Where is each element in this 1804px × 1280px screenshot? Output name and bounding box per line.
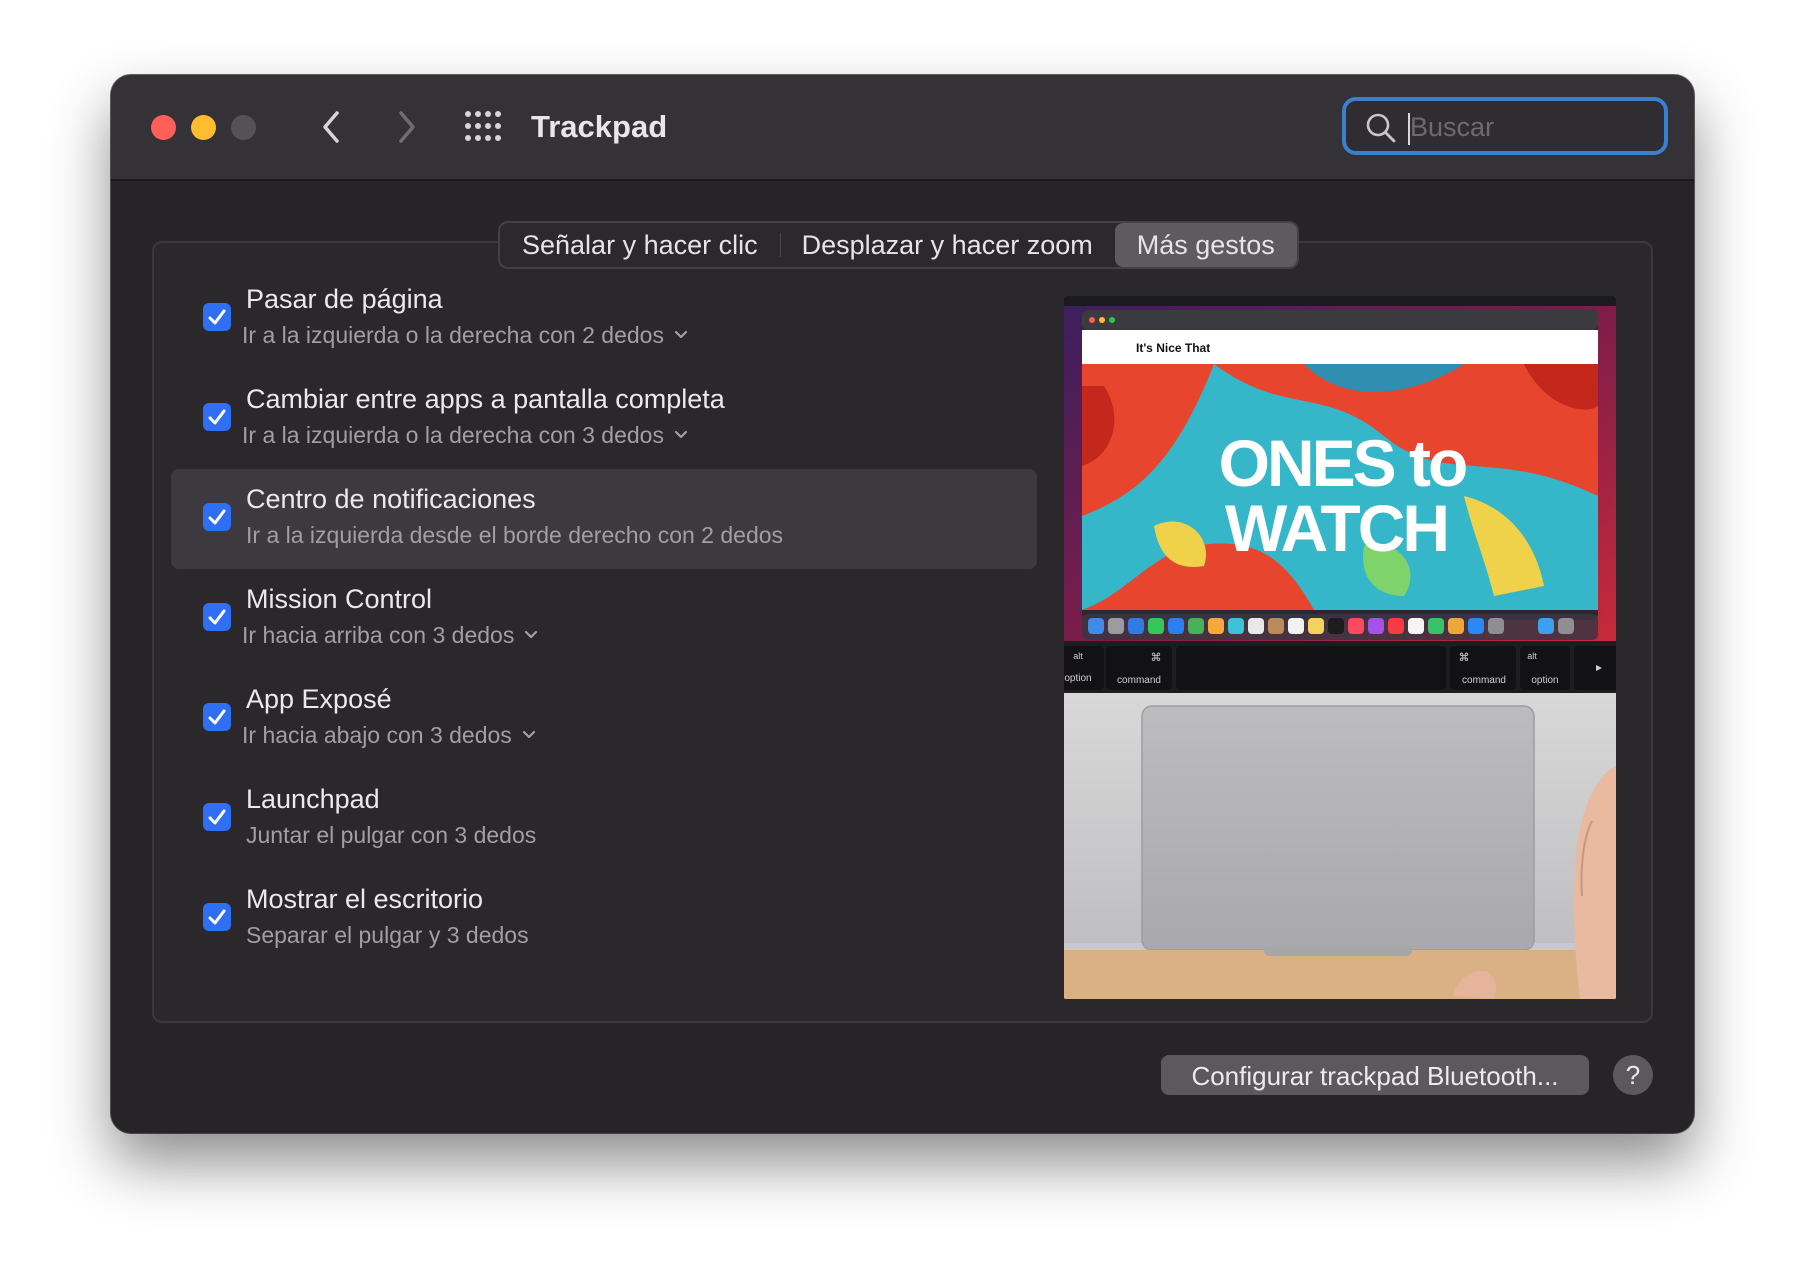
tab-more-gestures[interactable]: Más gestos	[1114, 223, 1297, 267]
preview-headline-line1: ONES to	[1219, 426, 1466, 500]
checkbox-swipe-fullscreen-apps[interactable]	[203, 403, 231, 431]
preview-headline-line2: WATCH	[1225, 491, 1447, 565]
gesture-item-swipe-fullscreen-apps[interactable]: Cambiar entre apps a pantalla completa I…	[171, 369, 1037, 469]
close-button[interactable]	[151, 115, 176, 140]
checkbox-show-desktop[interactable]	[203, 903, 231, 931]
gesture-item-swipe-pages[interactable]: Pasar de página Ir a la izquierda o la d…	[171, 269, 1037, 369]
gesture-item-app-expose[interactable]: App Exposé Ir hacia abajo con 3 dedos	[171, 669, 1037, 769]
gesture-item-mission-control[interactable]: Mission Control Ir hacia arriba con 3 de…	[171, 569, 1037, 669]
gesture-subtitle: Separar el pulgar y 3 dedos	[246, 922, 529, 948]
back-button[interactable]	[311, 105, 355, 149]
chevron-down-icon	[525, 630, 538, 639]
chevron-right-icon	[399, 111, 415, 143]
forward-button[interactable]	[383, 105, 427, 149]
preferences-window: Trackpad Señalar y hacer clic Desplazar …	[111, 75, 1694, 1133]
key-left-cmd-symbol: ⌘	[1151, 651, 1162, 664]
minimize-button[interactable]	[191, 115, 216, 140]
gesture-option-dropdown[interactable]: Ir hacia abajo con 3 dedos	[242, 719, 536, 751]
gesture-title: App Exposé	[246, 684, 392, 714]
gesture-title: Launchpad	[246, 784, 380, 814]
checkbox-mission-control[interactable]	[203, 603, 231, 631]
gesture-list: Pasar de página Ir a la izquierda o la d…	[171, 269, 1037, 969]
key-left-option: option	[1064, 673, 1091, 684]
key-right-command: command	[1462, 675, 1506, 686]
checkmark-icon	[208, 309, 226, 325]
gesture-item-show-desktop[interactable]: Mostrar el escritorio Separar el pulgar …	[171, 869, 1037, 969]
gesture-title: Mission Control	[246, 584, 433, 614]
gesture-subtitle: Ir a la izquierda o la derecha con 3 ded…	[242, 422, 664, 448]
dock-icons	[1088, 618, 1574, 634]
search-field[interactable]	[1342, 97, 1668, 155]
gesture-option-dropdown[interactable]: Ir a la izquierda o la derecha con 3 ded…	[242, 419, 688, 451]
key-right-option: option	[1531, 675, 1558, 686]
configure-bluetooth-trackpad-button[interactable]: Configurar trackpad Bluetooth...	[1161, 1055, 1589, 1095]
gesture-preview-video: It's Nice That ONES to WATCH alt option …	[1064, 296, 1616, 999]
tab-scroll-and-zoom[interactable]: Desplazar y hacer zoom	[779, 223, 1115, 267]
checkmark-icon	[208, 709, 226, 725]
gesture-option-dropdown[interactable]: Ir hacia arriba con 3 dedos	[242, 619, 538, 651]
window-title: Trackpad	[531, 109, 668, 144]
checkmark-icon	[208, 909, 226, 925]
key-right-alt: alt	[1527, 651, 1537, 661]
chevron-left-icon	[323, 111, 339, 143]
title-bar: Trackpad	[111, 75, 1694, 181]
chevron-down-icon	[674, 330, 688, 339]
gesture-item-launchpad[interactable]: Launchpad Juntar el pulgar con 3 dedos	[171, 769, 1037, 869]
gesture-title: Cambiar entre apps a pantalla completa	[246, 384, 725, 414]
help-button[interactable]: ?	[1613, 1055, 1653, 1095]
checkmark-icon	[208, 609, 226, 625]
gesture-subtitle: Juntar el pulgar con 3 dedos	[246, 822, 537, 848]
gesture-option-dropdown[interactable]: Ir a la izquierda o la derecha con 2 ded…	[242, 319, 688, 351]
checkbox-notification-center[interactable]	[203, 503, 231, 531]
chevron-down-icon	[674, 430, 688, 439]
checkbox-swipe-pages[interactable]	[203, 303, 231, 331]
chevron-down-icon	[522, 730, 535, 739]
tab-bar: Señalar y hacer clic Desplazar y hacer z…	[498, 221, 1299, 269]
key-left-alt: alt	[1073, 651, 1083, 661]
checkmark-icon	[208, 409, 226, 425]
gesture-title: Mostrar el escritorio	[246, 884, 484, 914]
zoom-button[interactable]	[231, 115, 256, 140]
checkbox-app-expose[interactable]	[203, 703, 231, 731]
key-right-cmd-symbol: ⌘	[1459, 651, 1470, 664]
preview-illustration: It's Nice That ONES to WATCH alt option …	[1064, 296, 1616, 999]
gesture-item-notification-center[interactable]: Centro de notificaciones Ir a la izquier…	[171, 469, 1037, 569]
gesture-title: Pasar de página	[246, 284, 443, 314]
gesture-subtitle: Ir a la izquierda desde el borde derecho…	[246, 522, 784, 548]
gesture-subtitle: Ir a la izquierda o la derecha con 2 ded…	[242, 322, 664, 348]
checkmark-icon	[208, 509, 226, 525]
gesture-title: Centro de notificaciones	[246, 484, 536, 514]
show-all-grid-icon	[465, 111, 501, 141]
search-icon	[1366, 113, 1396, 143]
tab-point-and-click[interactable]: Señalar y hacer clic	[500, 223, 780, 267]
key-left-command: command	[1117, 675, 1161, 686]
search-input[interactable]	[1408, 107, 1652, 147]
gesture-subtitle: Ir hacia arriba con 3 dedos	[242, 622, 515, 648]
checkbox-launchpad[interactable]	[203, 803, 231, 831]
text-caret	[1408, 113, 1410, 145]
preview-site-name: It's Nice That	[1136, 341, 1210, 355]
checkmark-icon	[208, 809, 226, 825]
gesture-subtitle: Ir hacia abajo con 3 dedos	[242, 722, 512, 748]
show-all-button[interactable]	[464, 110, 502, 142]
